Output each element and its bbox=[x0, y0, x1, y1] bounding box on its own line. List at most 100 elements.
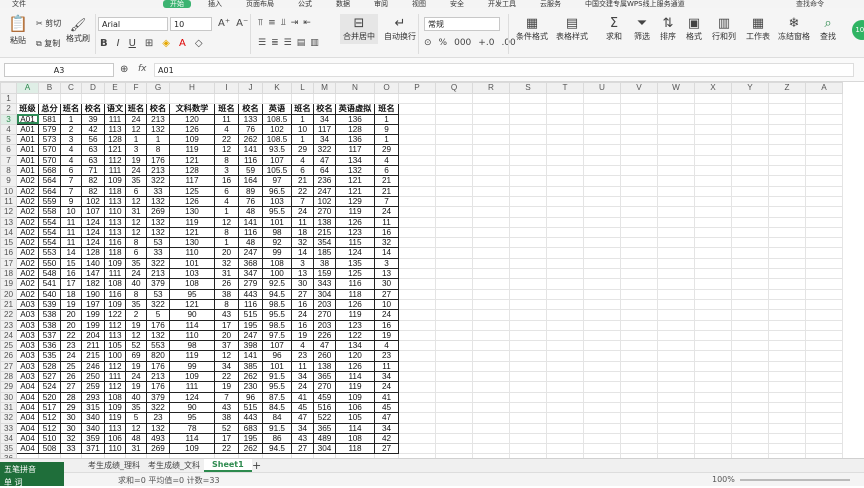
empty-cell[interactable] bbox=[805, 391, 843, 403]
empty-cell[interactable] bbox=[694, 257, 732, 270]
data-cell[interactable]: 683 bbox=[238, 422, 263, 434]
empty-cell[interactable] bbox=[472, 309, 510, 321]
data-cell[interactable]: 132 bbox=[146, 329, 170, 342]
empty-cell[interactable] bbox=[731, 144, 769, 156]
data-cell[interactable]: 6 bbox=[291, 165, 314, 177]
empty-cell[interactable] bbox=[546, 401, 584, 414]
data-cell[interactable]: 508 bbox=[38, 443, 61, 455]
worksheet-button[interactable]: ▦ 工作表 bbox=[746, 16, 770, 42]
align-bottom-icon[interactable]: ⫫ bbox=[281, 18, 286, 28]
data-cell[interactable]: 32 bbox=[291, 237, 314, 249]
empty-cell[interactable] bbox=[694, 165, 732, 177]
menu-data[interactable]: 数据 bbox=[324, 0, 362, 8]
data-cell[interactable]: 96 bbox=[238, 391, 263, 403]
empty-cell[interactable] bbox=[731, 422, 769, 434]
empty-cell[interactable] bbox=[694, 113, 732, 125]
data-cell[interactable]: 134 bbox=[335, 154, 375, 167]
data-cell[interactable]: 553 bbox=[146, 340, 170, 352]
empty-cell[interactable] bbox=[768, 154, 806, 167]
empty-cell[interactable] bbox=[435, 134, 473, 146]
empty-cell[interactable] bbox=[620, 319, 658, 331]
empty-cell[interactable] bbox=[694, 381, 732, 393]
data-cell[interactable]: 6 bbox=[374, 165, 399, 177]
empty-cell[interactable] bbox=[509, 371, 547, 383]
data-cell[interactable]: A01 bbox=[16, 154, 39, 167]
empty-cell[interactable] bbox=[583, 134, 621, 146]
empty-cell[interactable] bbox=[731, 165, 769, 177]
empty-cell[interactable] bbox=[620, 360, 658, 373]
data-cell[interactable]: 53 bbox=[146, 288, 170, 300]
row-header[interactable]: 17 bbox=[0, 257, 17, 270]
data-cell[interactable]: 4 bbox=[291, 340, 314, 352]
format-button[interactable]: ▣ 格式 bbox=[686, 16, 702, 42]
empty-cell[interactable] bbox=[694, 195, 732, 208]
data-cell[interactable]: 11 bbox=[60, 226, 82, 239]
zoom-slider[interactable] bbox=[740, 479, 850, 481]
copy-button[interactable]: ⧉ 复制 bbox=[36, 38, 60, 49]
empty-cell[interactable] bbox=[509, 92, 547, 105]
empty-cell[interactable] bbox=[768, 432, 806, 445]
empty-cell[interactable] bbox=[694, 298, 732, 311]
data-cell[interactable]: 579 bbox=[38, 123, 61, 136]
data-cell[interactable]: A03 bbox=[16, 340, 39, 352]
empty-cell[interactable] bbox=[768, 257, 806, 270]
empty-cell[interactable] bbox=[805, 443, 843, 455]
data-cell[interactable]: 校名 bbox=[313, 103, 336, 115]
data-cell[interactable]: 14 bbox=[60, 247, 82, 259]
data-cell[interactable]: 33 bbox=[146, 185, 170, 197]
empty-cell[interactable] bbox=[768, 195, 806, 208]
empty-cell[interactable] bbox=[657, 165, 695, 177]
data-cell[interactable]: 111 bbox=[104, 268, 126, 280]
format-painter-button[interactable]: 🖌 格式刷 bbox=[66, 18, 90, 44]
data-cell[interactable]: 293 bbox=[81, 391, 105, 403]
empty-cell[interactable] bbox=[583, 391, 621, 403]
empty-cell[interactable] bbox=[583, 340, 621, 352]
data-cell[interactable]: 11 bbox=[291, 216, 314, 228]
data-cell[interactable]: 24 bbox=[125, 371, 147, 383]
empty-cell[interactable] bbox=[546, 288, 584, 300]
data-cell[interactable]: 259 bbox=[81, 381, 105, 393]
data-cell[interactable]: 568 bbox=[38, 165, 61, 177]
column-header[interactable]: O bbox=[374, 82, 399, 94]
data-cell[interactable]: 27 bbox=[60, 381, 82, 393]
data-cell[interactable]: 8 bbox=[125, 288, 147, 300]
data-cell[interactable]: 108.5 bbox=[262, 134, 292, 146]
row-header[interactable]: 33 bbox=[0, 422, 17, 434]
data-cell[interactable]: 128 bbox=[335, 123, 375, 136]
data-cell[interactable]: 117 bbox=[169, 175, 215, 187]
empty-cell[interactable] bbox=[313, 92, 336, 105]
data-cell[interactable]: 84 bbox=[262, 412, 292, 424]
data-cell[interactable]: 63 bbox=[81, 154, 105, 167]
data-cell[interactable]: 124 bbox=[81, 237, 105, 249]
empty-cell[interactable] bbox=[620, 412, 658, 424]
empty-cell[interactable] bbox=[620, 309, 658, 321]
data-cell[interactable]: 195 bbox=[238, 432, 263, 445]
data-cell[interactable]: 1 bbox=[125, 134, 147, 146]
data-cell[interactable]: A02 bbox=[16, 175, 39, 187]
empty-cell[interactable] bbox=[509, 185, 547, 197]
column-header[interactable]: Q bbox=[435, 82, 473, 94]
row-header[interactable]: 1 bbox=[0, 92, 17, 105]
data-cell[interactable]: 114 bbox=[169, 432, 215, 445]
empty-cell[interactable] bbox=[509, 288, 547, 300]
empty-cell[interactable] bbox=[398, 329, 436, 342]
empty-cell[interactable] bbox=[583, 360, 621, 373]
empty-cell[interactable] bbox=[657, 340, 695, 352]
data-cell[interactable]: 24 bbox=[125, 165, 147, 177]
data-cell[interactable]: 159 bbox=[313, 268, 336, 280]
empty-cell[interactable] bbox=[291, 92, 314, 105]
empty-cell[interactable] bbox=[657, 144, 695, 156]
empty-cell[interactable] bbox=[509, 391, 547, 403]
data-cell[interactable]: 41 bbox=[291, 391, 314, 403]
empty-cell[interactable] bbox=[546, 134, 584, 146]
data-cell[interactable]: 121 bbox=[169, 298, 215, 311]
data-cell[interactable]: 34 bbox=[313, 134, 336, 146]
empty-cell[interactable] bbox=[805, 309, 843, 321]
data-cell[interactable]: 111 bbox=[104, 371, 126, 383]
empty-cell[interactable] bbox=[509, 319, 547, 331]
data-cell[interactable]: 7 bbox=[60, 175, 82, 187]
empty-cell[interactable] bbox=[509, 113, 547, 125]
empty-cell[interactable] bbox=[583, 257, 621, 270]
empty-cell[interactable] bbox=[398, 350, 436, 362]
empty-cell[interactable] bbox=[620, 371, 658, 383]
